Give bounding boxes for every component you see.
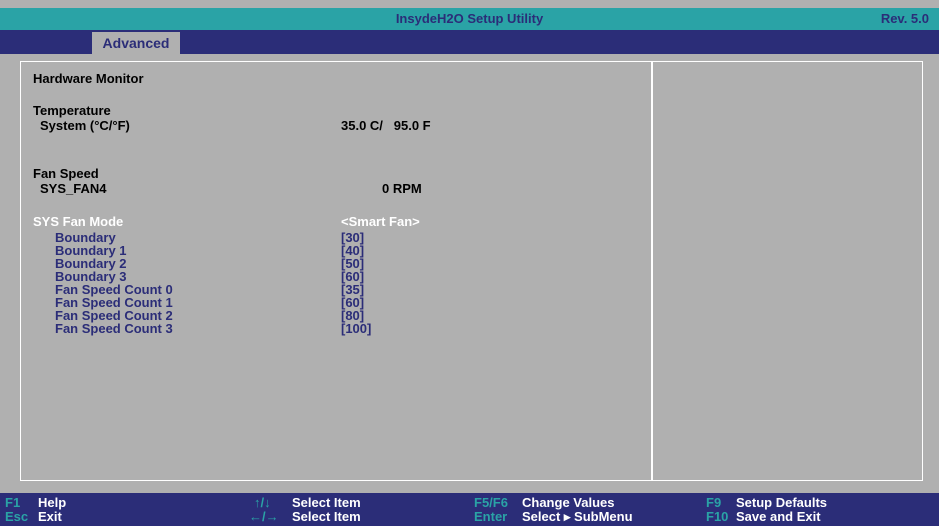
key-esc-label: Exit	[38, 509, 62, 524]
key-f1: F1	[5, 495, 21, 510]
temperature-section-label: Temperature	[33, 103, 111, 118]
key-f5-f6-label: Change Values	[522, 495, 615, 510]
tab-bar: Advanced	[0, 30, 939, 54]
page-title: Hardware Monitor	[33, 71, 144, 86]
help-panel	[653, 62, 921, 480]
setting-label: Fan Speed Count 3	[55, 321, 173, 336]
setting-value[interactable]: [100]	[341, 321, 371, 336]
title-bar: InsydeH2O Setup Utility Rev. 5.0	[0, 8, 939, 30]
key-f5-f6: F5/F6	[474, 495, 508, 510]
key-left-right: ←/→	[249, 509, 279, 524]
system-temp-label: System (°C/°F)	[40, 118, 130, 133]
app-title: InsydeH2O Setup Utility	[395, 11, 544, 26]
sys-fan-mode-label: SYS Fan Mode	[33, 214, 124, 229]
key-enter: Enter	[474, 509, 508, 524]
main-panel: Hardware Monitor Temperature System (°C/…	[20, 61, 923, 481]
revision-label: Rev. 5.0	[880, 11, 929, 26]
fan-speed-section-label: Fan Speed	[33, 166, 99, 181]
sys-fan4-value: 0 RPM	[382, 181, 422, 196]
key-f9: F9	[706, 495, 722, 510]
sys-fan4-label: SYS_FAN4	[40, 181, 107, 196]
key-esc: Esc	[5, 509, 29, 524]
sys-fan-mode-value[interactable]: <Smart Fan>	[341, 214, 420, 229]
key-f1-label: Help	[38, 495, 67, 510]
key-up-down: ↑/↓	[254, 495, 271, 510]
key-enter-label: Select ▸ SubMenu	[522, 509, 633, 524]
key-f9-label: Setup Defaults	[736, 495, 828, 510]
tab-advanced[interactable]: Advanced	[92, 32, 180, 54]
footer-keybar: F1 Help Esc Exit ↑/↓ Select Item ←/→ Sel…	[0, 493, 939, 526]
key-f10: F10	[706, 509, 729, 524]
key-f10-label: Save and Exit	[736, 509, 821, 524]
key-up-down-label: Select Item	[292, 495, 361, 510]
system-temp-value: 35.0 C/ 95.0 F	[341, 118, 431, 133]
key-left-right-label: Select Item	[292, 509, 361, 524]
